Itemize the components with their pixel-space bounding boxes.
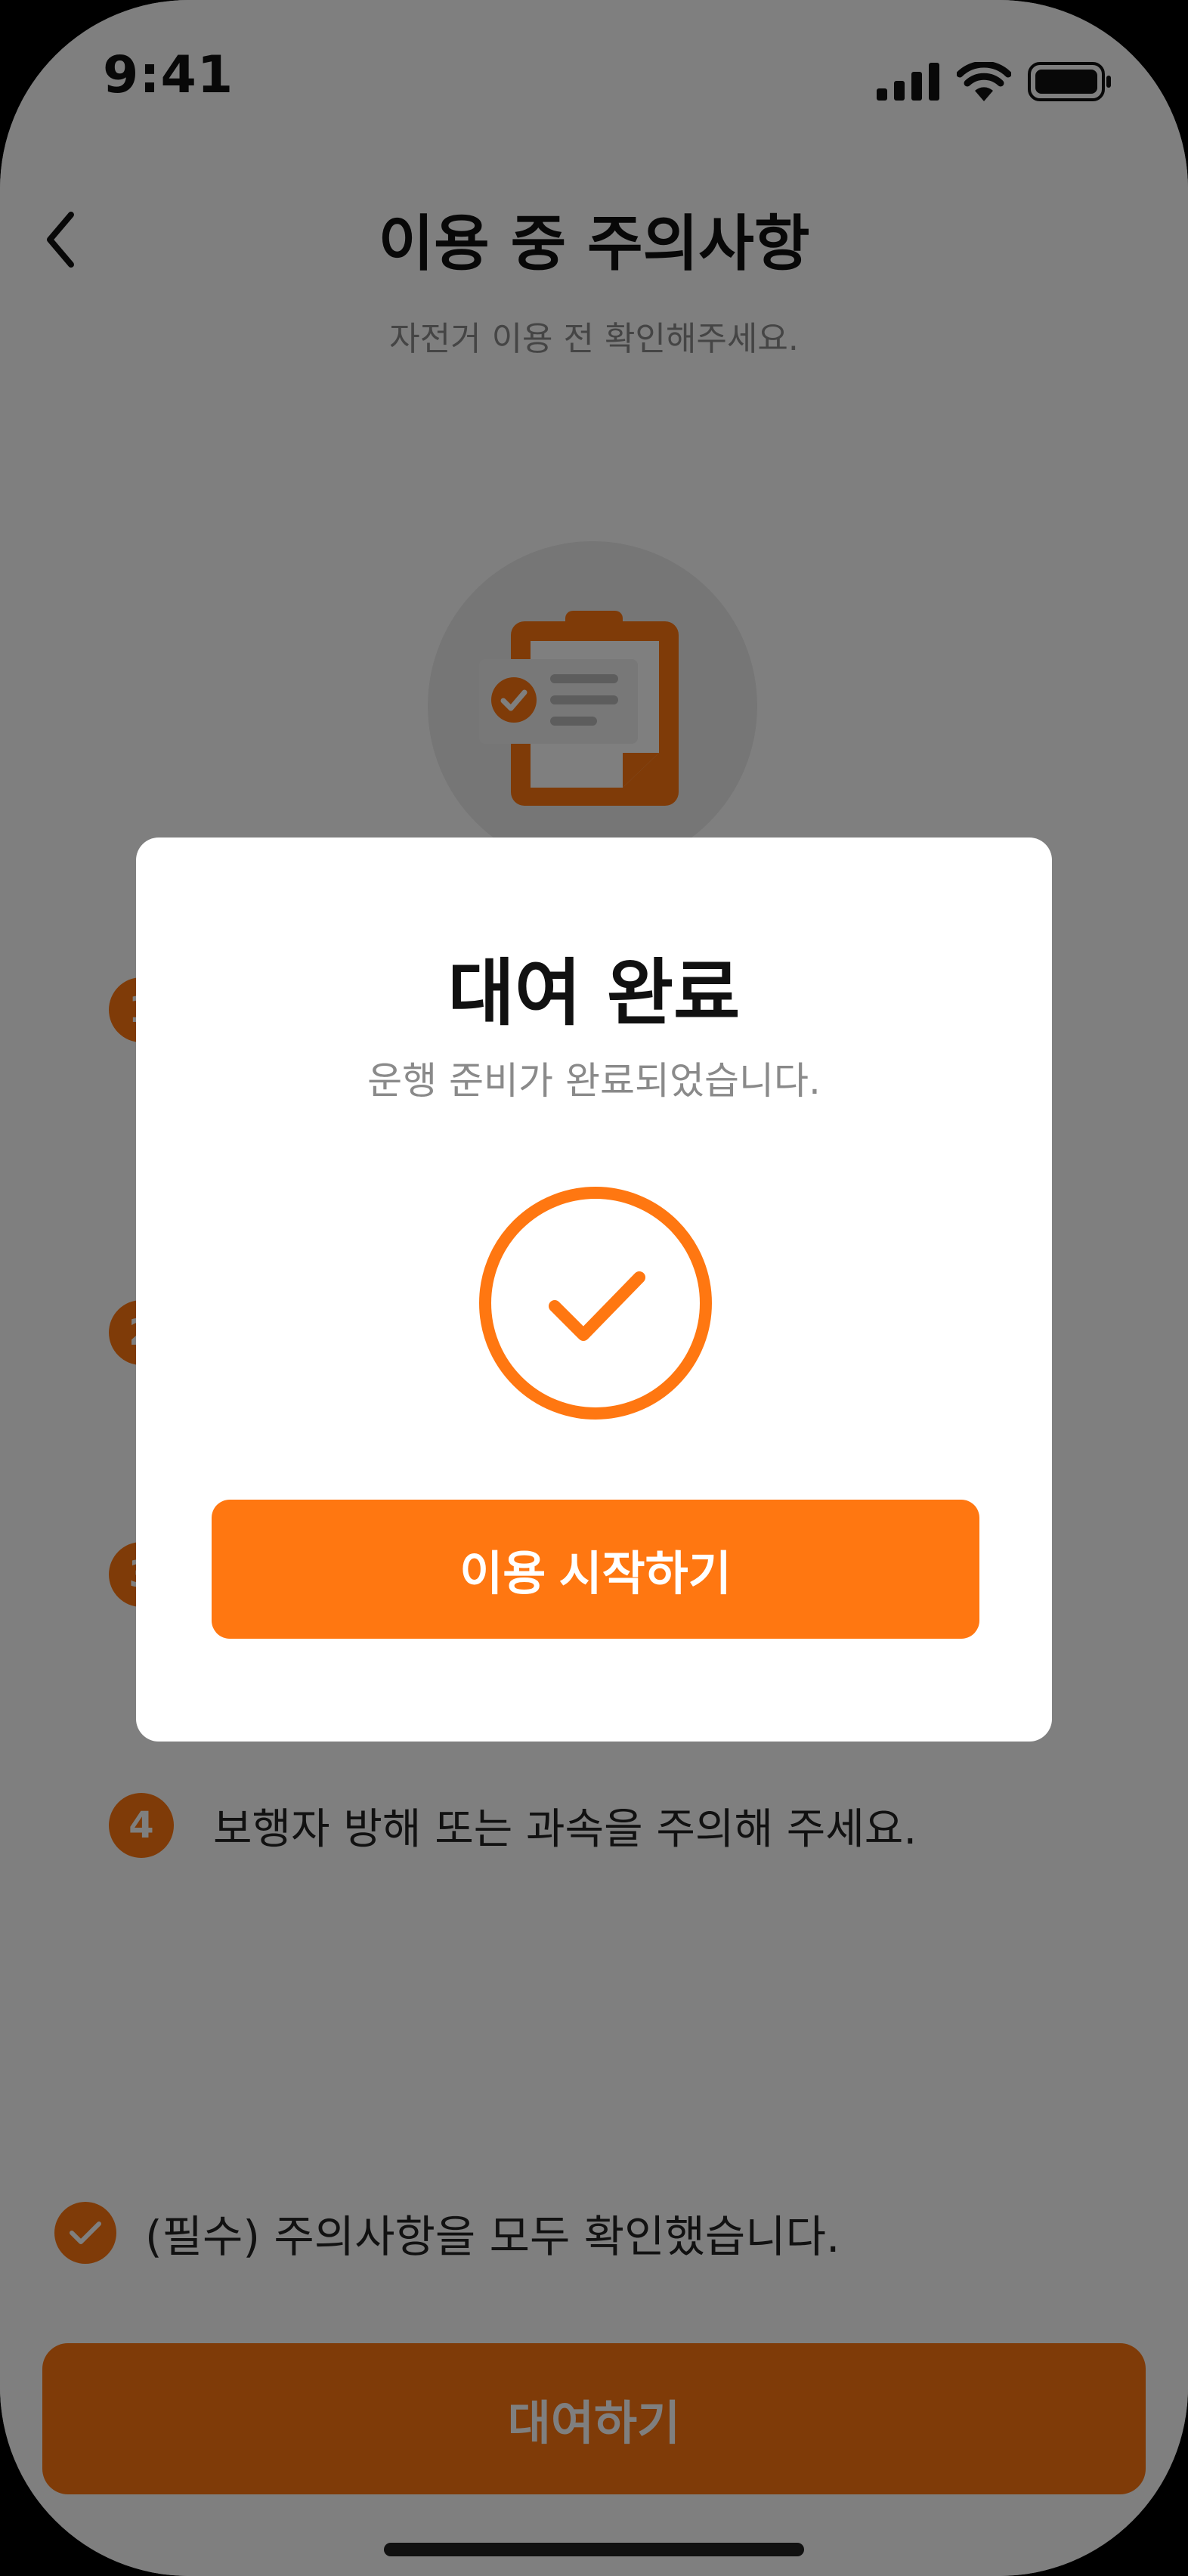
rental-complete-modal: 대여 완료 운행 준비가 완료되었습니다. 이용 시작하기 [136, 838, 1052, 1742]
modal-subtitle: 운행 준비가 완료되었습니다. [367, 1059, 821, 1103]
phone-screen: 9:41 이용 중 주의사항 자전거 이용 전 확인해주세요. [0, 0, 1188, 2576]
start-riding-button[interactable]: 이용 시작하기 [212, 1500, 979, 1639]
check-circle-icon [479, 1187, 712, 1420]
home-indicator [384, 2543, 804, 2556]
modal-title: 대여 완료 [447, 951, 741, 1036]
